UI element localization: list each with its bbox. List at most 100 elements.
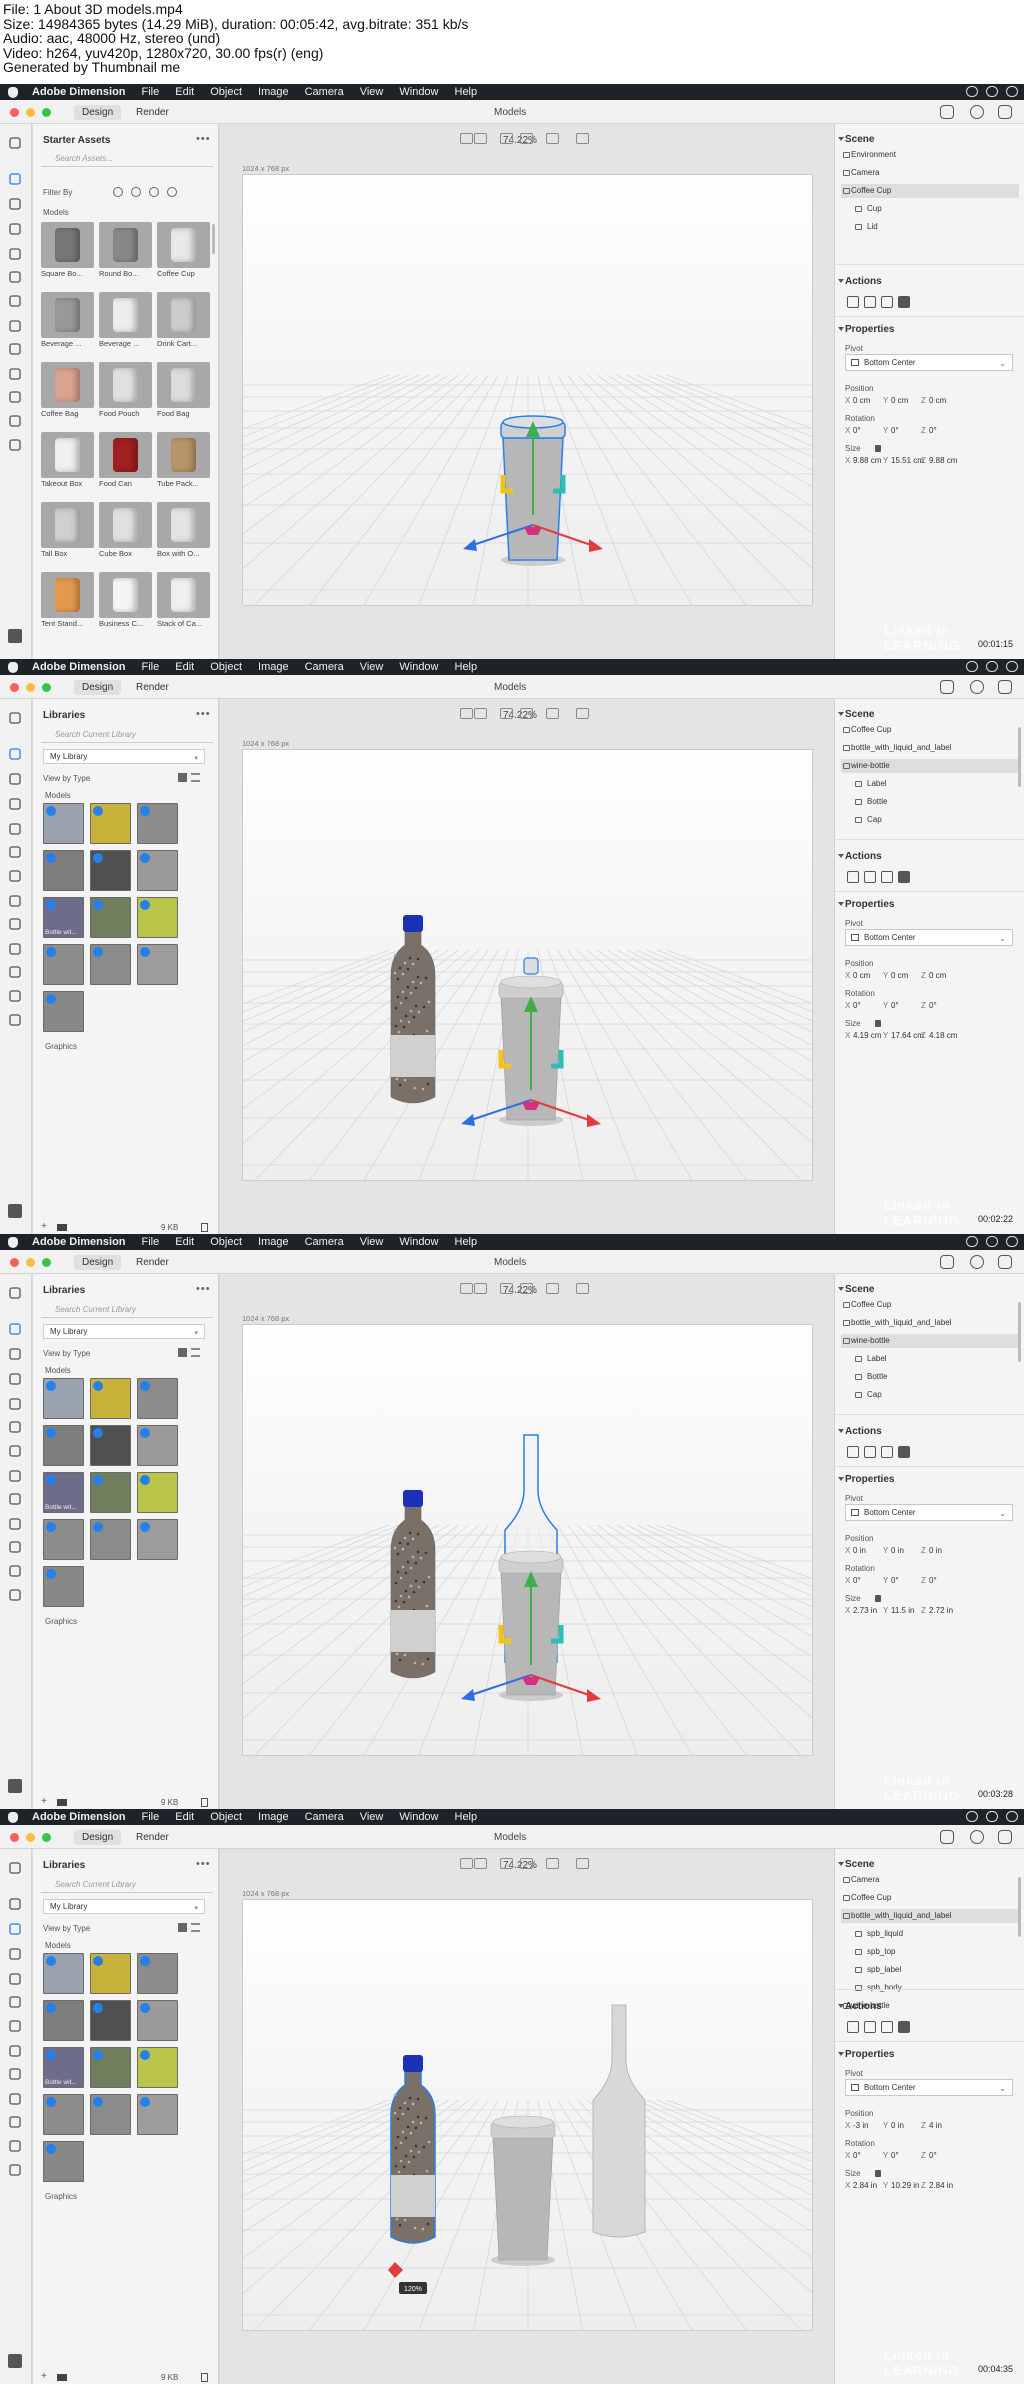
drop-to-ground-icon[interactable] bbox=[8, 1492, 22, 1506]
orbit-tool-icon[interactable] bbox=[8, 1372, 22, 1386]
view-by-type[interactable]: View by Type bbox=[43, 774, 90, 783]
rotation-x-input[interactable]: 0° bbox=[853, 2151, 861, 2160]
zoom-window-button[interactable] bbox=[42, 683, 51, 692]
library-model-thumbnail[interactable] bbox=[43, 2000, 84, 2041]
library-model-thumbnail[interactable]: Bottle wit... bbox=[43, 1472, 84, 1513]
eyedropper-icon[interactable] bbox=[8, 270, 22, 284]
library-model-thumbnail[interactable] bbox=[90, 803, 131, 844]
rotation-x-input[interactable]: 0° bbox=[853, 1576, 861, 1585]
filter-material-icon[interactable] bbox=[131, 187, 141, 197]
help-icon[interactable] bbox=[970, 1830, 984, 1844]
position-x-input[interactable]: 0 cm bbox=[853, 971, 870, 980]
menu-window[interactable]: Window bbox=[399, 1811, 438, 1823]
render-preview-icon[interactable] bbox=[576, 1858, 589, 1869]
library-search-input[interactable]: Search Current Library bbox=[41, 1302, 213, 1318]
library-model-thumbnail[interactable] bbox=[43, 991, 84, 1032]
library-model-thumbnail[interactable] bbox=[137, 1378, 178, 1419]
view-by-type[interactable]: View by Type bbox=[43, 1349, 90, 1358]
position-y-input[interactable]: 0 cm bbox=[891, 971, 908, 980]
filter-model-icon[interactable] bbox=[113, 187, 123, 197]
menu-window[interactable]: Window bbox=[399, 86, 438, 98]
group-icon[interactable] bbox=[898, 871, 910, 883]
assets-scrollbar[interactable] bbox=[212, 224, 215, 254]
library-model-thumbnail[interactable] bbox=[43, 1378, 84, 1419]
lock-proportions-icon[interactable] bbox=[875, 1020, 881, 1027]
select-tool-icon[interactable] bbox=[8, 1897, 22, 1911]
position-z-input[interactable]: 0 cm bbox=[929, 396, 946, 405]
scene-section-title[interactable]: Scene bbox=[837, 1859, 874, 1870]
rotation-z-input[interactable]: 0° bbox=[929, 1576, 937, 1585]
asset-thumbnail[interactable]: Beverage ... bbox=[99, 292, 152, 348]
trash-icon[interactable] bbox=[201, 2373, 208, 2382]
scene-tree-item[interactable]: Bottle bbox=[841, 1370, 1019, 1384]
actions-section-title[interactable]: Actions bbox=[838, 1426, 882, 1437]
asset-thumbnail[interactable]: Tall Box bbox=[41, 502, 94, 558]
models-section-title[interactable]: Models bbox=[45, 1941, 71, 1950]
camera-bookmark-icon[interactable] bbox=[546, 133, 559, 144]
search-input[interactable]: Search Assets... bbox=[41, 151, 213, 167]
duplicate-icon[interactable] bbox=[864, 2021, 876, 2033]
scene-render[interactable] bbox=[243, 175, 813, 606]
orbit-camera-icon[interactable] bbox=[474, 133, 487, 144]
library-search-input[interactable]: Search Current Library bbox=[41, 1877, 213, 1893]
size-y-input[interactable]: 10.29 in bbox=[891, 2181, 919, 2190]
size-x-input[interactable]: 2.73 in bbox=[853, 1606, 877, 1615]
share-icon[interactable] bbox=[940, 105, 954, 119]
menu-camera[interactable]: Camera bbox=[305, 1236, 344, 1248]
dolly-camera-icon[interactable] bbox=[520, 708, 533, 719]
zoom-window-button[interactable] bbox=[42, 1258, 51, 1267]
asset-thumbnail[interactable]: Cube Box bbox=[99, 502, 152, 558]
rotation-y-input[interactable]: 0° bbox=[891, 426, 899, 435]
apple-icon[interactable] bbox=[8, 86, 18, 98]
panel-toggle-icon[interactable] bbox=[8, 1204, 22, 1218]
select-box-icon[interactable] bbox=[8, 197, 22, 211]
actions-section-title[interactable]: Actions bbox=[838, 851, 882, 862]
asset-thumbnail[interactable]: Tube Pack... bbox=[157, 432, 210, 488]
magic-wand-icon[interactable] bbox=[8, 1397, 22, 1411]
asset-thumbnail[interactable]: Coffee Bag bbox=[41, 362, 94, 418]
add-icon[interactable]: + bbox=[41, 2371, 47, 2382]
pan-camera-icon[interactable] bbox=[500, 708, 513, 719]
scene-tree-item[interactable]: Bottle bbox=[841, 795, 1019, 809]
folder-icon[interactable] bbox=[57, 1224, 67, 1231]
apple-icon[interactable] bbox=[8, 1811, 18, 1823]
camera-bookmark-icon[interactable] bbox=[546, 1858, 559, 1869]
scene-tree-item[interactable]: Cup bbox=[841, 202, 1019, 216]
move-tool-icon[interactable] bbox=[8, 1469, 22, 1483]
rotation-z-input[interactable]: 0° bbox=[929, 2151, 937, 2160]
library-model-thumbnail[interactable] bbox=[137, 897, 178, 938]
search-icon[interactable] bbox=[986, 86, 998, 97]
library-model-thumbnail[interactable] bbox=[43, 1566, 84, 1607]
close-window-button[interactable] bbox=[10, 1258, 19, 1267]
delete-icon[interactable] bbox=[847, 871, 859, 883]
more-options-icon[interactable]: ••• bbox=[196, 1283, 211, 1295]
library-model-thumbnail[interactable] bbox=[43, 2141, 84, 2182]
menu-camera[interactable]: Camera bbox=[305, 661, 344, 673]
learn-icon[interactable] bbox=[998, 1255, 1012, 1269]
scene-render[interactable] bbox=[243, 1325, 813, 1756]
library-model-thumbnail[interactable] bbox=[90, 1953, 131, 1994]
camera-tool-icon[interactable] bbox=[8, 2163, 22, 2177]
select-tool-icon[interactable] bbox=[8, 1322, 22, 1336]
rotation-x-input[interactable]: 0° bbox=[853, 1001, 861, 1010]
menu-window[interactable]: Window bbox=[399, 661, 438, 673]
asset-thumbnail[interactable]: Box with O... bbox=[157, 502, 210, 558]
menu-camera[interactable]: Camera bbox=[305, 86, 344, 98]
asset-thumbnail[interactable]: Food Can bbox=[99, 432, 152, 488]
menu-view[interactable]: View bbox=[360, 1236, 384, 1248]
scene-render[interactable] bbox=[243, 750, 813, 1181]
panel-toggle-icon[interactable] bbox=[8, 2354, 22, 2368]
scene-tree-item[interactable]: bottle_with_liquid_and_label bbox=[841, 1909, 1019, 1923]
size-y-input[interactable]: 11.5 in bbox=[891, 1606, 914, 1615]
place-on-ground-icon[interactable] bbox=[881, 2021, 893, 2033]
move-tool-icon[interactable] bbox=[8, 2044, 22, 2058]
select-camera-icon[interactable] bbox=[460, 1858, 473, 1869]
learn-icon[interactable] bbox=[998, 105, 1012, 119]
library-model-thumbnail[interactable] bbox=[43, 850, 84, 891]
move-tool-icon[interactable] bbox=[8, 894, 22, 908]
menu-edit[interactable]: Edit bbox=[175, 1236, 194, 1248]
library-model-thumbnail[interactable] bbox=[137, 2047, 178, 2088]
panel-toggle-icon[interactable] bbox=[8, 1779, 22, 1793]
learn-icon[interactable] bbox=[998, 1830, 1012, 1844]
asset-thumbnail[interactable]: Tent Stand... bbox=[41, 572, 94, 628]
